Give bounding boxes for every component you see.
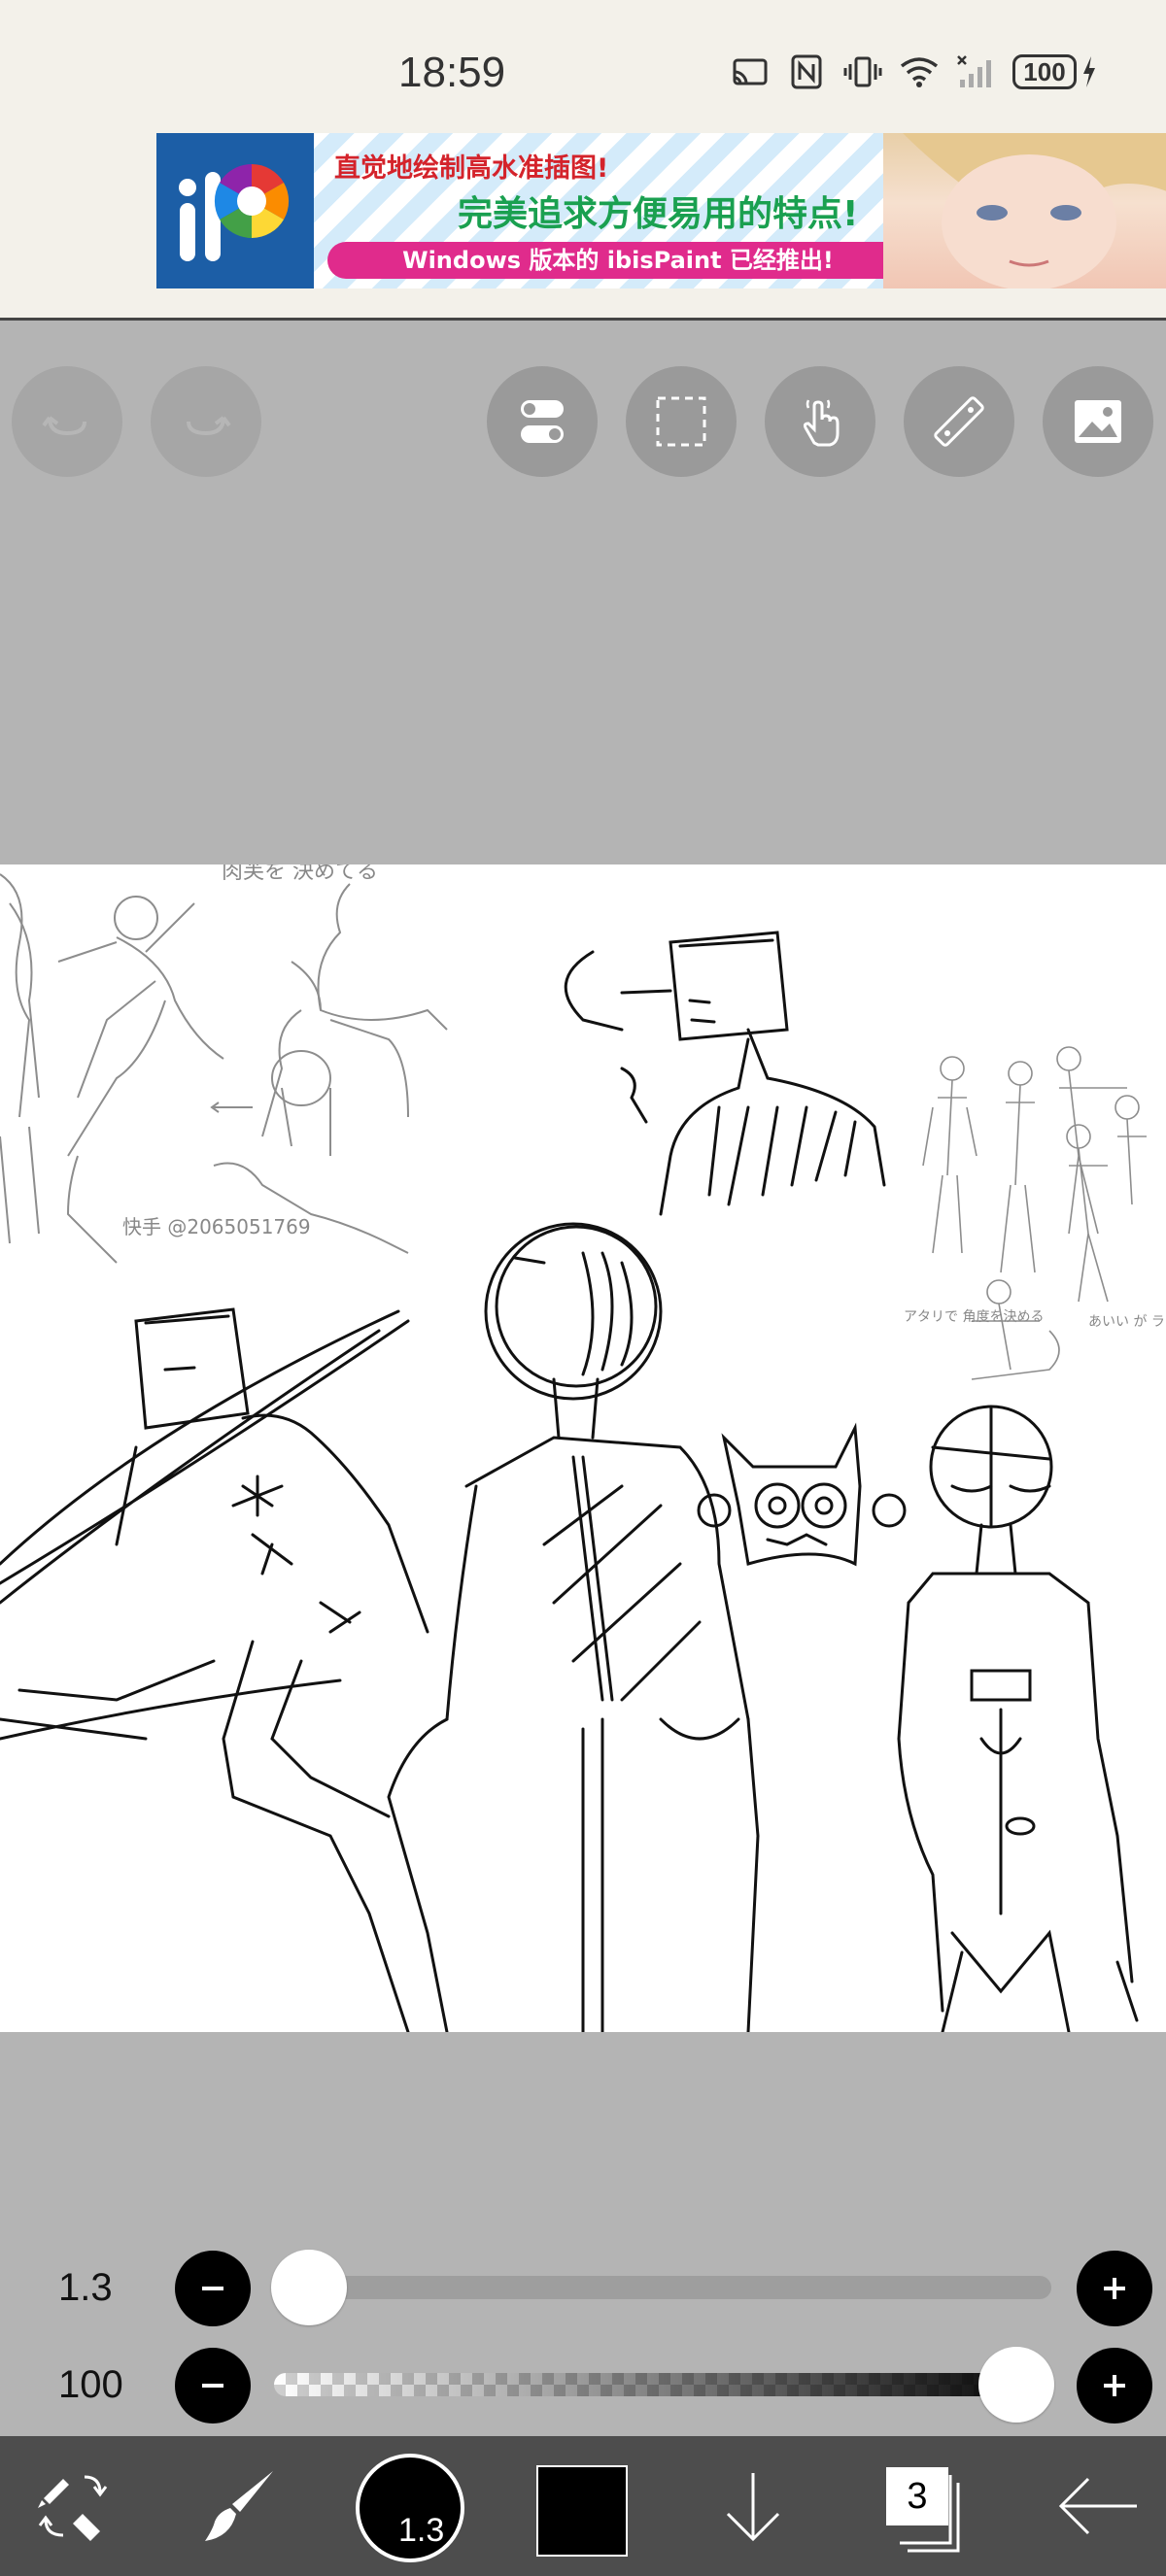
minus-icon [202, 2384, 223, 2388]
ibispaint-logo-icon [156, 133, 314, 288]
redo-button[interactable] [151, 366, 261, 477]
ruler-button[interactable] [904, 366, 1014, 477]
brush-size-track[interactable] [274, 2276, 1051, 2299]
sketch-artwork: 肉芙を 決めてる 快手 @2065051769 アタリで 角度を決める あいい … [0, 860, 1166, 2034]
opacity-thumb[interactable] [978, 2347, 1054, 2423]
brush-size-thumb[interactable] [271, 2250, 347, 2325]
ad-subheadline: 完美追求方便易用的特点! [458, 194, 859, 234]
image-icon [1075, 400, 1121, 443]
redo-icon [187, 416, 231, 436]
brush-size-value: 1.3 [58, 2266, 113, 2309]
layer-down-button[interactable] [700, 2436, 806, 2576]
undo-icon [42, 416, 86, 436]
layers-button[interactable]: 3 [865, 2456, 981, 2562]
brush-tool-button[interactable] [185, 2436, 292, 2576]
reference-note-top: 肉芙を 決めてる [222, 864, 378, 884]
battery-level: 100 [1012, 54, 1077, 89]
brush-size-slider[interactable]: 1.3 [0, 2249, 1166, 2326]
vibrate-icon [843, 56, 882, 87]
status-bar: 18:59 100 [0, 0, 1166, 131]
bottom-toolbar: 1.3 3 [0, 2436, 1166, 2576]
reference-watermark: 快手 @2065051769 [122, 1215, 311, 1238]
drawing-canvas[interactable]: 肉芙を 決めてる 快手 @2065051769 アタリで 角度を決める あいい … [0, 860, 1166, 2034]
layers-count: 3 [886, 2467, 948, 2525]
reference-sketch-left [0, 873, 448, 1264]
gesture-button[interactable] [765, 366, 875, 477]
cast-icon [733, 58, 768, 85]
ad-banner[interactable]: 直觉地绘制高水准插图! 完美追求方便易用的特点! Windows 版本的 ibi… [0, 131, 1166, 321]
status-time: 18:59 [398, 49, 506, 96]
opacity-track[interactable] [274, 2373, 1051, 2396]
selection-button[interactable] [626, 366, 737, 477]
hand-icon [803, 399, 840, 447]
ad-content[interactable]: 直觉地绘制高水准插图! 完美追求方便易用的特点! Windows 版本的 ibi… [156, 133, 1166, 288]
battery-icon: 100 [1012, 54, 1098, 89]
tool-switch-button[interactable] [19, 2436, 126, 2576]
opacity-increase-button[interactable] [1077, 2348, 1152, 2423]
brush-size-label: 1.3 [398, 2512, 445, 2549]
reference-note-right: あいい が ラ フ [1088, 1314, 1166, 1330]
undo-button[interactable] [12, 366, 122, 477]
brush-size-increase-button[interactable] [1077, 2251, 1152, 2326]
arrow-left-icon [1058, 2477, 1137, 2535]
brush-eraser-swap-icon [38, 2475, 108, 2541]
brush-size-button[interactable]: 1.3 [356, 2454, 464, 2562]
toggle-button[interactable] [487, 366, 598, 477]
back-button[interactable] [1040, 2436, 1156, 2576]
nfc-icon [791, 54, 822, 89]
reference-button[interactable] [1043, 366, 1153, 477]
ruler-icon [934, 396, 984, 447]
color-swatch-button[interactable] [536, 2465, 628, 2557]
opacity-value: 100 [58, 2363, 123, 2406]
toggle-icon [521, 400, 564, 443]
ad-headline: 直觉地绘制高水准插图! [334, 153, 609, 184]
charging-icon [1083, 56, 1095, 87]
plus-icon [1104, 2375, 1125, 2396]
brush-size-decrease-button[interactable] [175, 2251, 251, 2326]
selection-icon [656, 396, 706, 447]
opacity-decrease-button[interactable] [175, 2348, 251, 2423]
wifi-icon [900, 57, 939, 87]
plus-icon [1104, 2278, 1125, 2299]
status-icons: 100 [731, 54, 1098, 89]
reference-note-left: アタリで 角度を決める [904, 1309, 1044, 1325]
arrow-down-icon [726, 2473, 780, 2542]
opacity-slider[interactable]: 100 [0, 2346, 1166, 2423]
ad-windows-pill: Windows 版本的 ibisPaint 已经推出! [327, 242, 909, 279]
signal-icon [957, 55, 991, 87]
brush-icon [205, 2471, 273, 2541]
ad-character-image [883, 133, 1166, 288]
minus-icon [202, 2287, 223, 2290]
